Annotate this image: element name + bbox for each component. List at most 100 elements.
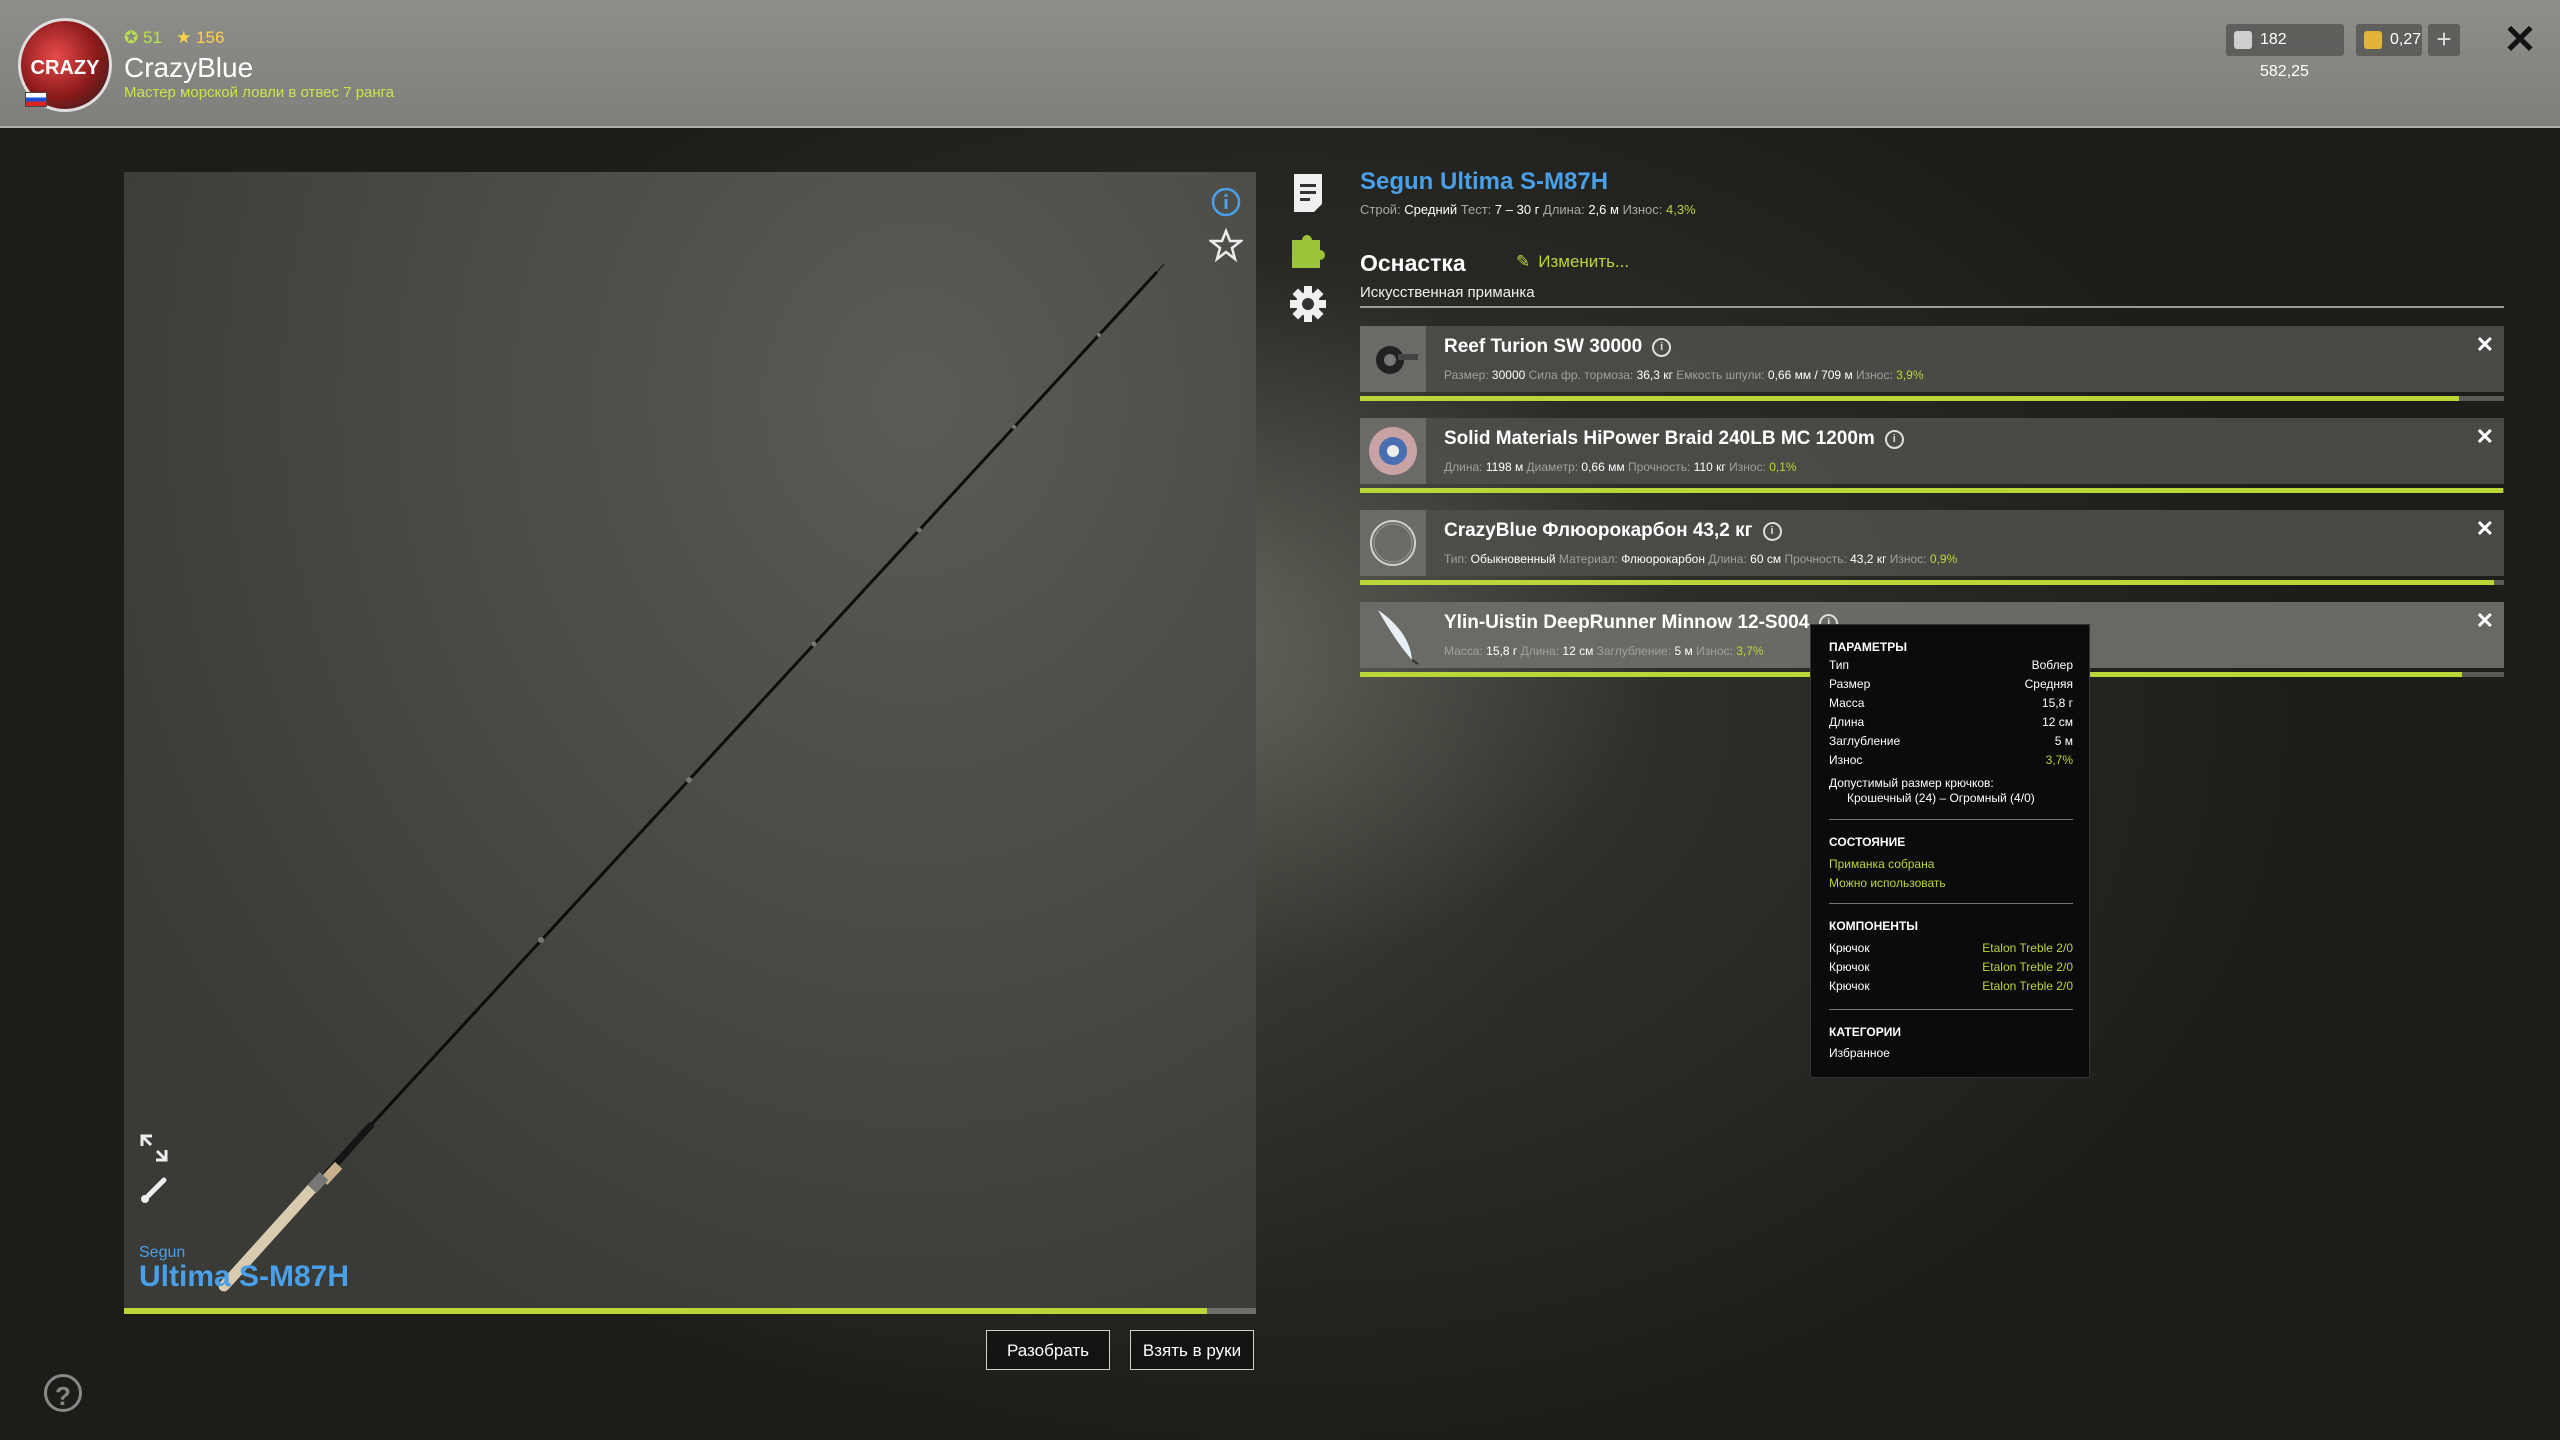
rod-preview-panel[interactable]: Segun Ultima S-M87H [124, 172, 1256, 1308]
edit-tackle-label: Изменить... [1538, 252, 1630, 271]
tackle-item-name: Solid Materials HiPower Braid 240LB MC 1… [1444, 428, 1904, 450]
stat-value: Флюорокарбон [1621, 552, 1705, 566]
silver-coin-icon [2234, 31, 2252, 49]
top-bar: CRAZY ✪ 51 ★ 156 CrazyBlue Мастер морско… [0, 0, 2560, 128]
tooltip-component-value: Etalon Treble 2/0 [1982, 960, 2073, 974]
stat-label: Длина: [1543, 202, 1589, 217]
gold-coin-icon [2364, 31, 2382, 49]
tooltip-state-title: СОСТОЯНИЕ [1829, 835, 1906, 849]
remove-tackle-close-icon[interactable]: ✕ [2476, 332, 2494, 358]
tooltip-hook-label: Допустимый размер крючков: [1829, 776, 1994, 790]
stat-value: 0,66 мм / 709 м [1767, 368, 1853, 382]
tooltip-param-value: Воблер [2031, 658, 2073, 672]
rod-wear-bar [124, 1308, 1256, 1314]
tooltip-param-row: Тип Воблер [1829, 658, 2073, 676]
stat-value: 5 м [1674, 644, 1693, 658]
silver-value: 182 582,25 [2260, 31, 2309, 80]
remove-tackle-close-icon[interactable]: ✕ [2476, 516, 2494, 542]
tab-details[interactable] [1286, 170, 1330, 214]
rating-icon: ✪ [124, 28, 139, 47]
tackle-item-name-text: CrazyBlue Флюорокарбон 43,2 кг [1444, 520, 1753, 541]
tooltip-param-label: Заглубление [1829, 734, 1901, 748]
tooltip-category: Избранное [1829, 1046, 1890, 1060]
item-title: Segun Ultima S-M87H [1360, 168, 1609, 195]
stat-value: 2,6 м [1588, 202, 1619, 217]
tooltip-hook-range: Крошечный (24) – Огромный (4/0) [1847, 791, 2035, 805]
tackle-item-thumbnail [1360, 602, 1426, 668]
take-in-hands-button[interactable]: Взять в руки [1130, 1330, 1254, 1370]
stat-label: Длина: [1708, 552, 1751, 566]
tackle-item-row[interactable]: CrazyBlue Флюорокарбон 43,2 кг i Тип: Обык… [1360, 510, 2504, 576]
tackle-item-stats: Длина: 1198 м Диаметр: 0,66 мм Прочность… [1444, 460, 1797, 474]
edit-icon: ✎ [1516, 252, 1531, 271]
gear-icon [1290, 286, 1326, 322]
remove-tackle-close-icon[interactable]: ✕ [2476, 608, 2494, 634]
silver-balance[interactable]: 182 582,25 [2226, 24, 2344, 80]
tooltip-param-row: Длина 12 см [1829, 715, 2073, 733]
tackle-item-thumbnail [1360, 326, 1426, 392]
player-avatar: CRAZY [18, 18, 112, 112]
info-icon[interactable]: i [1652, 338, 1672, 357]
wear-value: 0,1% [1769, 460, 1797, 474]
help-icon[interactable]: ? [44, 1374, 82, 1412]
brush-icon[interactable] [138, 1174, 170, 1211]
tackle-item-stats: Масса: 15,8 г Длина: 12 см Заглубление: … [1444, 644, 1764, 658]
stat-label: Износ: [1889, 552, 1930, 566]
rod-image [218, 263, 1165, 1292]
stat-label: Длина: [1444, 460, 1486, 474]
tackle-wear-fill [1360, 580, 2494, 585]
wear-value: 3,7% [1736, 644, 1764, 658]
gold-balance[interactable]: 0,27 [2356, 24, 2422, 56]
tackle-item-row[interactable]: Solid Materials HiPower Braid 240LB MC 1… [1360, 418, 2504, 484]
stat-value: 43,2 кг [1850, 552, 1887, 566]
lure-tooltip: ПАРАМЕТРЫ Тип Воблер Размер Средняя Масса 15,… [1810, 624, 2090, 1078]
stat-value: 12 см [1562, 644, 1594, 658]
stat-value: 7 – 30 г [1494, 202, 1540, 217]
tooltip-component-label: Крючок [1829, 960, 1870, 974]
wear-value: 0,9% [1929, 552, 1958, 566]
tackle-item-thumbnail [1360, 418, 1426, 484]
tooltip-param-row: Износ 3,7% [1829, 753, 2073, 771]
tab-settings[interactable] [1286, 282, 1330, 326]
tackle-item-row[interactable]: Reef Turion SW 30000 i Размер: 30000 Сила … [1360, 326, 2504, 392]
stat-value: Обыкновенный [1470, 552, 1556, 566]
stat-value: Средний [1404, 202, 1458, 217]
tooltip-param-value: 12 см [2042, 715, 2073, 729]
stat-value: 0,66 мм [1581, 460, 1625, 474]
info-icon[interactable]: i [1762, 522, 1782, 541]
stat-label: Износ: [1729, 460, 1770, 474]
stat-label: Тип: [1444, 552, 1471, 566]
puzzle-icon [1292, 235, 1325, 268]
tooltip-param-value: 15,8 г [2041, 696, 2073, 710]
gold-value: 0,27 [2390, 31, 2422, 48]
stat-label: Строй: [1360, 202, 1405, 217]
tooltip-divider [1829, 903, 2073, 904]
tooltip-component-label: Крючок [1829, 941, 1870, 955]
stat-label: Прочность: [1784, 552, 1851, 566]
expand-icon[interactable] [138, 1132, 170, 1169]
tooltip-param-value: 5 м [2054, 734, 2073, 748]
stat-value: 60 см [1750, 552, 1782, 566]
disassemble-button[interactable]: Разобрать [986, 1330, 1110, 1370]
close-icon[interactable]: ✕ [2500, 20, 2540, 60]
rod-name: Ultima S-M87H [139, 1260, 350, 1293]
info-icon[interactable] [1211, 187, 1241, 222]
stat-label: Материал: [1558, 552, 1622, 566]
remove-tackle-close-icon[interactable]: ✕ [2476, 424, 2494, 450]
star-icon[interactable] [1207, 227, 1245, 267]
edit-tackle-link[interactable]: ✎ Изменить... [1516, 252, 1629, 272]
tooltip-components-title: КОМПОНЕНТЫ [1829, 919, 1919, 933]
stat-label: Диаметр: [1526, 460, 1582, 474]
player-title: Мастер морской ловли в отвес 7 ранга [124, 84, 395, 101]
stat-value: 110 кг [1693, 460, 1726, 474]
tooltip-param-value: 3,7% [2045, 753, 2073, 767]
tackle-item-name: CrazyBlue Флюорокарбон 43,2 кг i [1444, 520, 1782, 542]
player-name: CrazyBlue [124, 52, 254, 83]
tooltip-param-row: Размер Средняя [1829, 677, 2073, 695]
tooltip-component-label: Крючок [1829, 979, 1870, 993]
info-icon[interactable]: i [1884, 430, 1904, 449]
tooltip-component-row: Крючок Etalon Treble 2/0 [1829, 941, 2073, 959]
add-currency-button[interactable]: + [2428, 24, 2460, 56]
tackle-item-name: Ylin-Uistin DeepRunner Minnow 12-S004 i [1444, 612, 1839, 634]
tab-tackle[interactable] [1286, 226, 1330, 270]
